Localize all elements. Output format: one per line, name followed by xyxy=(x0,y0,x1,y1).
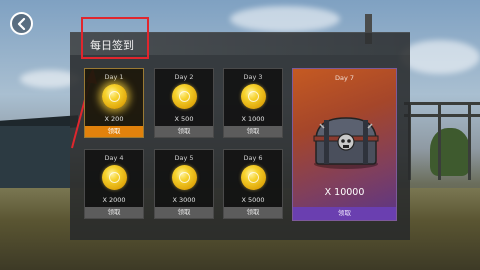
reward-amount: X 5000 xyxy=(241,196,265,204)
reward-amount: X 2000 xyxy=(102,196,126,204)
chevron-left-icon xyxy=(17,17,25,30)
annotation-highlight-box xyxy=(81,17,149,59)
gold-coin-icon xyxy=(102,84,127,109)
reward-amount: X 10000 xyxy=(324,187,365,198)
reward-amount: X 3000 xyxy=(172,196,196,204)
day-card-2[interactable]: Day 2 X 500 领取 xyxy=(154,68,214,138)
claim-button[interactable]: 领取 xyxy=(155,207,213,218)
day-label: Day 5 xyxy=(174,154,194,162)
day-label: Day 1 xyxy=(104,73,124,81)
day-label: Day 6 xyxy=(243,154,263,162)
day-label: Day 2 xyxy=(174,73,194,81)
day-card-7[interactable]: Day 7 X 10000 领取 xyxy=(292,68,397,221)
gold-coin-icon xyxy=(241,84,266,109)
claim-button[interactable]: 领取 xyxy=(85,207,143,218)
gold-coin-icon xyxy=(172,165,197,190)
gold-coin-icon xyxy=(102,165,127,190)
background-tower xyxy=(398,92,480,180)
claim-button[interactable]: 领取 xyxy=(224,207,282,218)
claim-button[interactable]: 领取 xyxy=(293,207,396,220)
day-label: Day 4 xyxy=(104,154,124,162)
day-label: Day 3 xyxy=(243,73,263,81)
gold-coin-icon xyxy=(241,165,266,190)
claim-button[interactable]: 领取 xyxy=(85,126,143,137)
day-card-4[interactable]: Day 4 X 2000 领取 xyxy=(84,149,144,219)
day-label: Day 7 xyxy=(334,74,355,82)
reward-amount: X 500 xyxy=(174,115,194,123)
gold-coin-icon xyxy=(172,84,197,109)
day-card-1[interactable]: Day 1 X 200 领取 xyxy=(84,68,144,138)
background-cloud xyxy=(400,40,480,74)
claim-button[interactable]: 领取 xyxy=(155,126,213,137)
back-button[interactable] xyxy=(10,12,33,35)
background-cloud xyxy=(230,6,340,32)
claim-button[interactable]: 领取 xyxy=(224,126,282,137)
background-shed xyxy=(0,126,70,190)
day-card-5[interactable]: Day 5 X 3000 领取 xyxy=(154,149,214,219)
day-card-6[interactable]: Day 6 X 5000 领取 xyxy=(223,149,283,219)
treasure-chest-icon xyxy=(313,117,379,169)
day-card-3[interactable]: Day 3 X 1000 领取 xyxy=(223,68,283,138)
reward-amount: X 200 xyxy=(104,115,124,123)
reward-amount: X 1000 xyxy=(241,115,265,123)
